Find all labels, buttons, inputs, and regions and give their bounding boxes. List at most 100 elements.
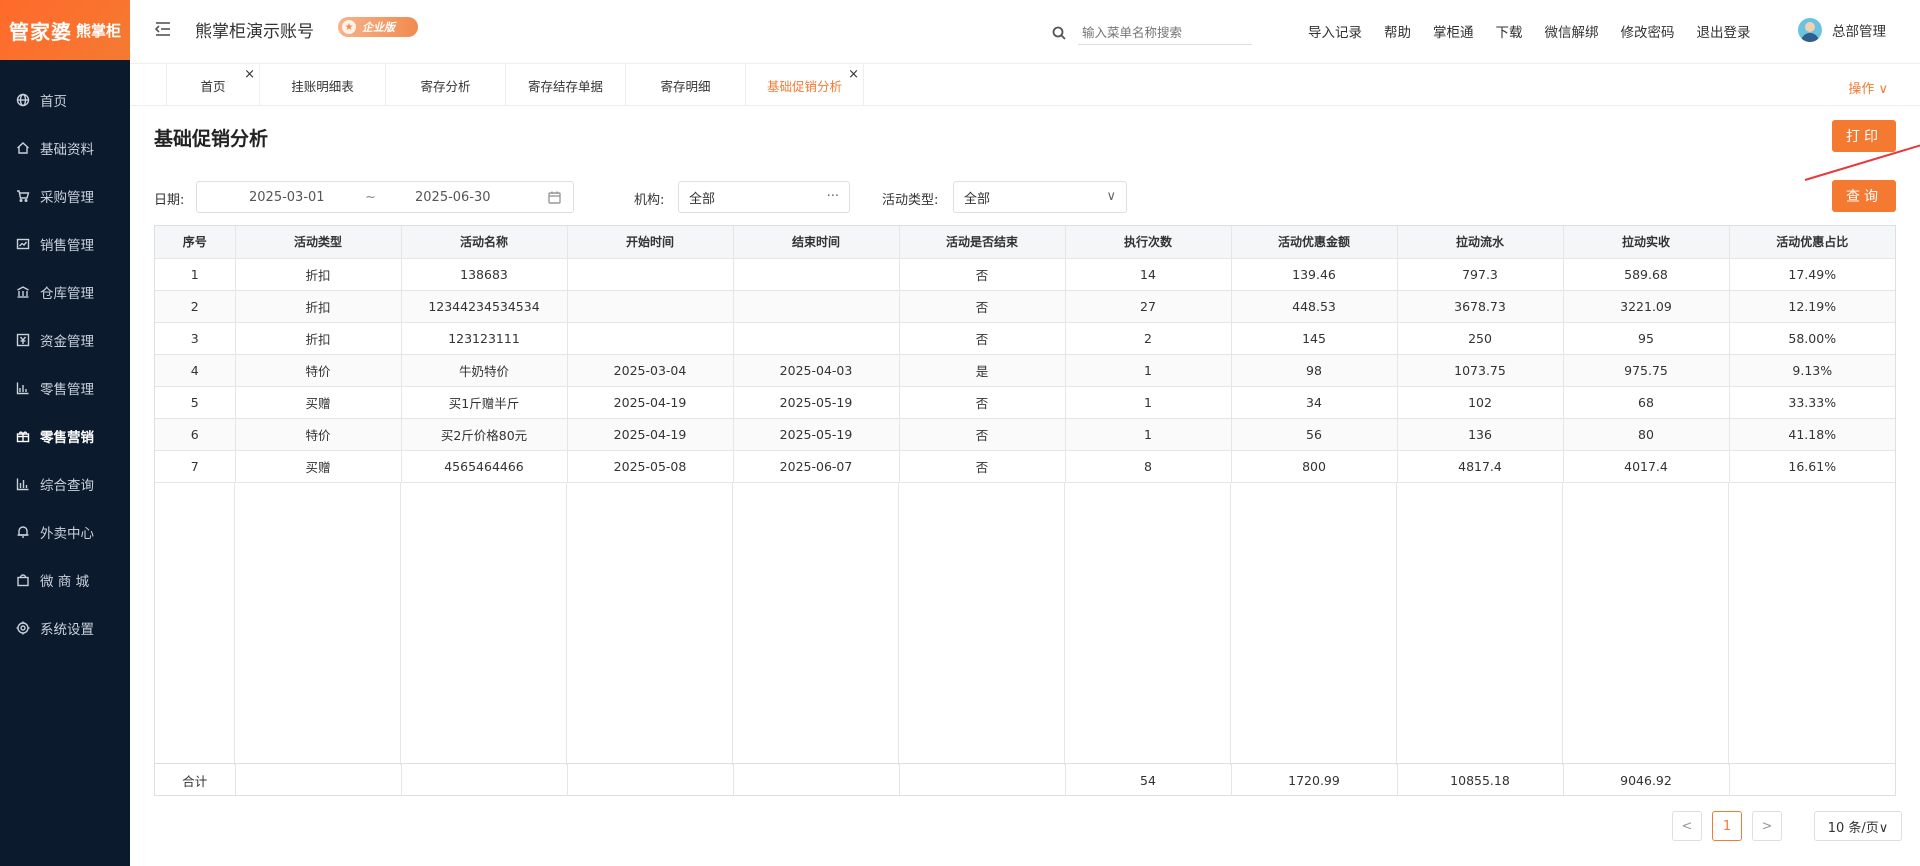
tab-3[interactable]: 寄存分析 <box>386 64 506 106</box>
user-menu[interactable]: 总部管理 <box>1798 18 1886 42</box>
column-header[interactable]: 拉动流水 <box>1397 226 1564 259</box>
table-cell <box>733 258 900 291</box>
org-select[interactable]: 全部 ··· <box>678 181 850 213</box>
table-cell <box>567 322 734 355</box>
more-icon[interactable]: ··· <box>827 189 839 204</box>
tab-1[interactable]: 首页 × <box>166 64 260 106</box>
page-number-button[interactable]: 1 <box>1712 811 1742 841</box>
column-header[interactable]: 活动优惠金额 <box>1231 226 1398 259</box>
avatar[interactable] <box>1798 18 1822 42</box>
column-header[interactable]: 拉动实收 <box>1563 226 1730 259</box>
column-header[interactable]: 执行次数 <box>1065 226 1232 259</box>
column-header[interactable]: 序号 <box>155 226 236 259</box>
next-page-button[interactable]: > <box>1752 811 1782 841</box>
table-cell: 1 <box>1065 354 1232 387</box>
table-cell: 2 <box>155 290 236 323</box>
column-header[interactable]: 活动是否结束 <box>899 226 1066 259</box>
table-cell: 否 <box>899 322 1066 355</box>
top-link-1[interactable]: 导入记录 <box>1308 21 1362 41</box>
date-range-picker[interactable]: 2025-03-01 ~ 2025-06-30 <box>196 181 574 213</box>
column-header[interactable]: 活动类型 <box>235 226 402 259</box>
table-cell: 3 <box>155 322 236 355</box>
tab-bar: 首页 × 挂账明细表 寄存分析 寄存结存单据 寄存明细 基础促销分析 × 操作 ∨ <box>130 64 1920 106</box>
total-cell: 10855.18 <box>1397 764 1564 796</box>
tab-label: 寄存结存单据 <box>527 78 603 94</box>
date-start[interactable]: 2025-03-01 <box>249 190 325 205</box>
search-icon[interactable] <box>1052 26 1066 40</box>
sidebar-item-12[interactable]: 系统设置 <box>0 604 130 652</box>
sidebar-item-1[interactable]: 首页 <box>0 76 130 124</box>
table-cell: 否 <box>899 386 1066 419</box>
top-link-4[interactable]: 下载 <box>1496 21 1523 41</box>
sidebar-item-9[interactable]: 综合查询 <box>0 460 130 508</box>
activity-type-select[interactable]: 全部 ∨ <box>953 181 1127 213</box>
sidebar-item-8[interactable]: 零售营销 <box>0 412 130 460</box>
bar-chart-icon <box>16 477 30 491</box>
table-cell: 否 <box>899 290 1066 323</box>
star-icon: ★ <box>342 20 356 34</box>
column-header[interactable]: 开始时间 <box>567 226 734 259</box>
prev-page-button[interactable]: < <box>1672 811 1702 841</box>
table-row[interactable]: 2 折扣 12344234534534 否 27 448.53 3678.73 3221.09… <box>155 290 1895 323</box>
top-link-2[interactable]: 帮助 <box>1384 21 1411 41</box>
tab-2[interactable]: 挂账明细表 <box>260 64 386 106</box>
table-cell: 12344234534534 <box>401 290 568 323</box>
table-cell: 3678.73 <box>1397 290 1564 323</box>
tab-4[interactable]: 寄存结存单据 <box>506 64 626 106</box>
table-row[interactable]: 5 买赠 买1斤赠半斤 2025-04-19 2025-05-19 否 1 34 102 68 33… <box>155 386 1895 419</box>
total-cell: 9046.92 <box>1563 764 1730 796</box>
calendar-icon[interactable] <box>548 191 561 204</box>
sidebar-item-7[interactable]: 零售管理 <box>0 364 130 412</box>
query-button[interactable]: 查询 <box>1832 180 1896 212</box>
table-cell <box>733 322 900 355</box>
table-row[interactable]: 3 折扣 123123111 否 2 145 250 95 58.00% <box>155 322 1895 355</box>
user-name[interactable]: 总部管理 <box>1832 20 1886 40</box>
empty-column <box>1397 483 1563 765</box>
sidebar-item-3[interactable]: 采购管理 <box>0 172 130 220</box>
globe-icon <box>16 93 30 107</box>
sidebar-item-6[interactable]: 资金管理 <box>0 316 130 364</box>
table-cell: 2025-03-04 <box>567 354 734 387</box>
menu-search-input[interactable] <box>1078 21 1252 45</box>
top-link-5[interactable]: 微信解绑 <box>1545 21 1599 41</box>
table-cell: 1073.75 <box>1397 354 1564 387</box>
tab-operations-dropdown[interactable]: 操作 ∨ <box>1848 78 1888 97</box>
org-label: 机构: <box>634 193 665 208</box>
column-header[interactable]: 活动优惠占比 <box>1729 226 1895 259</box>
sidebar-item-11[interactable]: 微 商 城 <box>0 556 130 604</box>
close-icon[interactable]: × <box>244 68 255 81</box>
column-header[interactable]: 活动名称 <box>401 226 568 259</box>
table-cell: 特价 <box>235 354 402 387</box>
total-cell: 1720.99 <box>1231 764 1398 796</box>
sidebar-item-10[interactable]: 外卖中心 <box>0 508 130 556</box>
table-cell: 12.19% <box>1729 290 1895 323</box>
close-icon[interactable]: × <box>848 68 859 81</box>
tab-6[interactable]: 基础促销分析 × <box>746 64 864 106</box>
table-row[interactable]: 6 特价 买2斤价格80元 2025-04-19 2025-05-19 否 1 56 136 80… <box>155 418 1895 451</box>
top-link-3[interactable]: 掌柜通 <box>1433 21 1474 41</box>
table-cell: 1 <box>1065 386 1232 419</box>
page-size-select[interactable]: 10 条/页∨ <box>1814 811 1902 841</box>
menu-collapse-icon[interactable] <box>154 20 172 38</box>
empty-column <box>1729 483 1895 765</box>
table-row[interactable]: 7 买赠 4565464466 2025-05-08 2025-06-07 否 8 800 48… <box>155 450 1895 483</box>
logo[interactable]: 管家婆 熊掌柜 <box>0 0 130 60</box>
sidebar-item-label: 综合查询 <box>40 478 94 494</box>
sidebar-item-4[interactable]: 销售管理 <box>0 220 130 268</box>
table-cell <box>733 290 900 323</box>
table-cell: 7 <box>155 450 236 483</box>
sidebar-item-2[interactable]: 基础资料 <box>0 124 130 172</box>
tab-label: 寄存明细 <box>660 78 711 94</box>
table-row[interactable]: 1 折扣 138683 否 14 139.46 797.3 589.68 17.49% <box>155 258 1895 291</box>
table-row[interactable]: 4 特价 牛奶特价 2025-03-04 2025-04-03 是 1 98 1073.75 97… <box>155 354 1895 387</box>
top-link-6[interactable]: 修改密码 <box>1621 21 1675 41</box>
tab-5[interactable]: 寄存明细 <box>626 64 746 106</box>
table-cell: 56 <box>1231 418 1398 451</box>
table-cell: 否 <box>899 258 1066 291</box>
date-end[interactable]: 2025-06-30 <box>415 190 491 205</box>
account-name: 熊掌柜演示账号 <box>195 22 314 42</box>
column-header[interactable]: 结束时间 <box>733 226 900 259</box>
sidebar-item-5[interactable]: 仓库管理 <box>0 268 130 316</box>
table-cell: 1 <box>1065 418 1232 451</box>
top-link-7[interactable]: 退出登录 <box>1697 21 1751 41</box>
